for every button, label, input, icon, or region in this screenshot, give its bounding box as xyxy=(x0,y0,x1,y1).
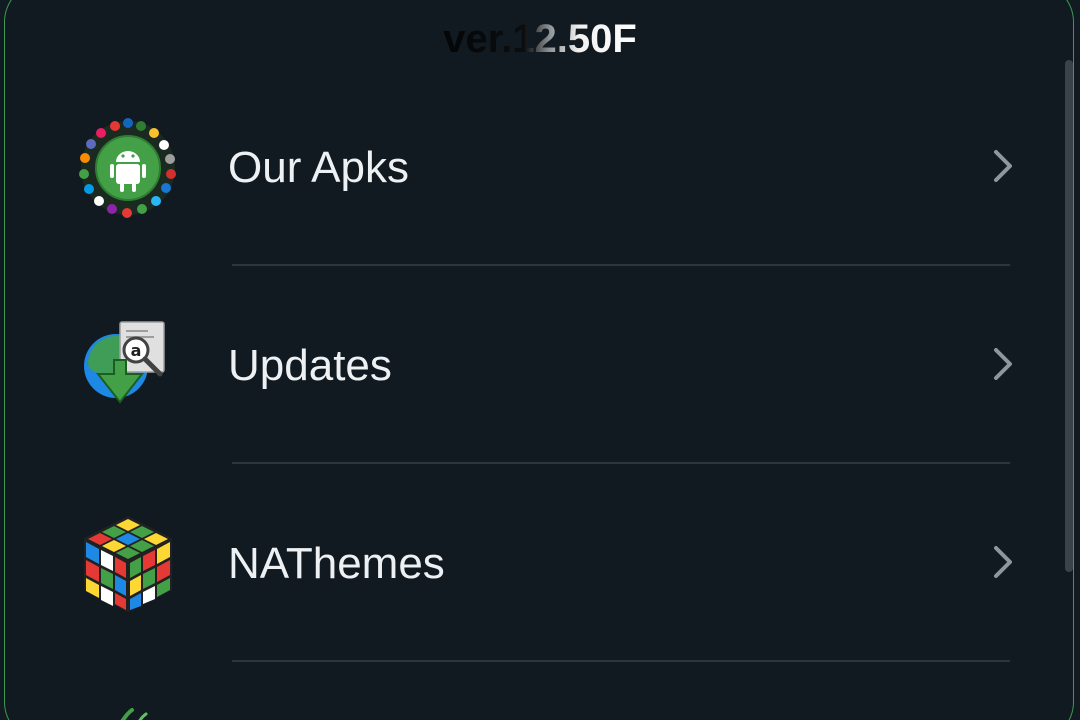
chevron-right-icon xyxy=(994,150,1012,182)
menu-item-label: Updates xyxy=(228,341,392,390)
menu-item-updates[interactable]: a Updates xyxy=(0,266,1080,464)
menu-item-nathemes[interactable]: NAThemes xyxy=(0,464,1080,662)
scrollbar[interactable] xyxy=(1065,60,1073,572)
svg-text:a: a xyxy=(131,341,142,360)
rubik-cube-icon xyxy=(84,516,172,612)
download-update-icon: a xyxy=(84,321,165,404)
menu-list: Our Apks a Updates NAThemes xyxy=(0,0,1080,720)
menu-item-our-apks[interactable]: Our Apks xyxy=(0,68,1080,266)
chevron-right-icon xyxy=(994,348,1012,380)
partial-next-icon xyxy=(120,708,148,720)
menu-item-label: NAThemes xyxy=(228,539,445,588)
android-apps-icon xyxy=(79,118,176,218)
menu-item-label: Our Apks xyxy=(228,143,409,192)
chevron-right-icon xyxy=(994,546,1012,578)
menu-item-partial[interactable] xyxy=(0,662,1080,720)
